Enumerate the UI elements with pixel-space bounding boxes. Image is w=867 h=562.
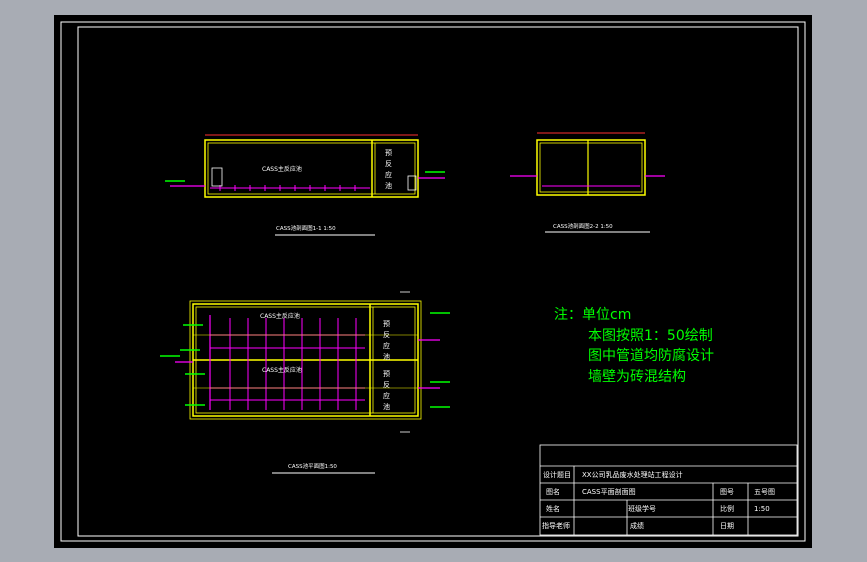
note-line-4: 墙壁为砖混结构 <box>588 369 686 385</box>
section-2-2-title: CASS池剖面图2-2 1:50 <box>553 222 613 230</box>
main-zone-label-plan-top: CASS主反应池 <box>260 312 300 320</box>
note-line-1: 注：单位cm <box>554 307 631 323</box>
pre-zone-label-plan-top: 预反应池 <box>383 319 390 361</box>
section-1-1-title: CASS池剖面图1-1 1:50 <box>276 224 336 232</box>
main-zone-label-section: CASS主反应池 <box>262 165 302 173</box>
section-1-1-view <box>165 134 445 236</box>
tb-design-title-label: 设计题目 <box>543 470 571 479</box>
tb-date-label: 日期 <box>720 522 734 530</box>
pre-zone-label-section: 预反应池 <box>385 148 392 190</box>
section-2-2-view <box>510 132 665 233</box>
tb-grade-label: 成绩 <box>630 521 644 530</box>
cad-drawing: CASS主反应池 预反应池 CASS池剖面图1-1 1:50 CASS池剖面图2… <box>60 21 806 542</box>
note-line-3: 图中管道均防腐设计 <box>588 347 714 364</box>
tb-drawing-no-value: 五号图 <box>754 488 775 496</box>
tb-drawing-name-label: 图名 <box>546 487 560 496</box>
outer-frame <box>60 21 806 542</box>
tb-scale-label: 比例 <box>720 504 734 513</box>
plan-view <box>160 291 450 474</box>
main-zone-label-plan-bottom: CASS主反应池 <box>262 366 302 374</box>
inner-frame <box>77 26 799 537</box>
tb-design-title-value: XX公司乳品废水处理站工程设计 <box>582 470 683 479</box>
tb-drawing-name-value: CASS平面剖面图 <box>582 487 636 496</box>
tb-drawing-no-label: 图号 <box>720 488 734 496</box>
pre-zone-label-plan-bottom: 预反应池 <box>383 369 390 411</box>
tb-class-label: 班级学号 <box>628 504 656 513</box>
tb-advisor-label: 指导老师 <box>542 521 570 530</box>
tb-name-label: 姓名 <box>546 504 560 513</box>
tb-scale-value: 1:50 <box>754 505 770 513</box>
note-line-2: 本图按照1：50绘制 <box>588 328 713 344</box>
plan-title: CASS池平面图1:50 <box>288 462 337 470</box>
